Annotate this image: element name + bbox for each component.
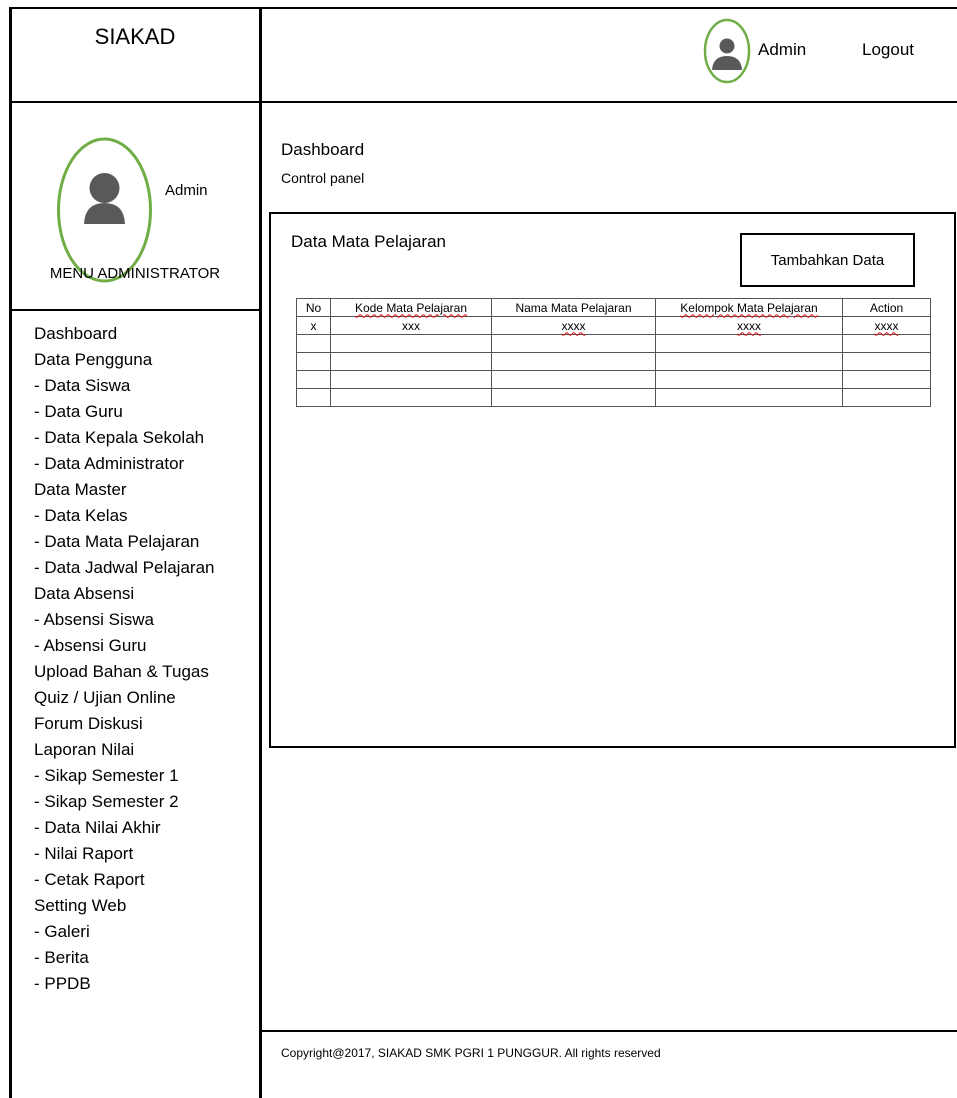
table-cell [330,388,492,407]
table-cell: xxx [330,316,492,335]
table-row [296,388,931,407]
table-cell [842,388,931,407]
table-row: x xxx xxxx xxxx xxxx [296,316,931,335]
sidebar-item-cetak-raport[interactable]: - Cetak Raport [34,867,256,893]
data-panel: Data Mata Pelajaran Tambahkan Data No Ko… [269,212,956,748]
sidebar-menu-title: MENU ADMINISTRATOR [49,265,221,282]
sidebar-item-data-pengguna[interactable]: Data Pengguna [34,347,256,373]
table-cell [842,370,931,389]
app-brand[interactable]: SIAKAD [10,24,260,50]
table-cell: xxxx [655,316,843,335]
sidebar-item-data-kelas[interactable]: - Data Kelas [34,503,256,529]
table-cell [842,352,931,371]
sidebar-item-galeri[interactable]: - Galeri [34,919,256,945]
sidebar-item-nilai-raport[interactable]: - Nilai Raport [34,841,256,867]
column-header-no: No [296,298,331,317]
column-header-action: Action [842,298,931,317]
table-cell: xxxx [491,316,656,335]
sidebar-item-upload-bahan-tugas[interactable]: Upload Bahan & Tugas [34,659,256,685]
logout-link[interactable]: Logout [862,40,914,60]
add-data-button[interactable]: Tambahkan Data [740,233,915,287]
table-cell [296,370,331,389]
page-title: Dashboard [281,140,365,159]
sidebar-right-border [259,7,262,1098]
cell-text: xxxx [737,318,761,333]
table-cell [655,388,843,407]
table-cell: x [296,316,331,335]
sidebar-item-laporan-nilai[interactable]: Laporan Nilai [34,737,256,763]
sidebar-profile-divider [9,309,261,311]
table-header-row: No Kode Mata Pelajaran Nama Mata Pelajar… [296,298,931,317]
table-cell [842,334,931,353]
sidebar-item-ppdb[interactable]: - PPDB [34,971,256,997]
table-row [296,352,931,371]
table-cell [330,334,492,353]
table-cell [491,334,656,353]
table-cell [655,370,843,389]
sidebar-item-data-kepala-sekolah[interactable]: - Data Kepala Sekolah [34,425,256,451]
table-cell [296,334,331,353]
sidebar-item-berita[interactable]: - Berita [34,945,256,971]
table-row [296,334,931,353]
sidebar-item-data-nilai-akhir[interactable]: - Data Nilai Akhir [34,815,256,841]
subject-table: No Kode Mata Pelajaran Nama Mata Pelajar… [296,298,931,407]
cell-text: xxxx [561,318,586,333]
sidebar-item-setting-web[interactable]: Setting Web [34,893,256,919]
kode-header-text: Kode Mata Pelajaran [354,300,468,315]
footer-top-border [259,1030,957,1032]
table-cell-action[interactable]: xxxx [842,316,931,335]
sidebar-item-quiz-ujian-online[interactable]: Quiz / Ujian Online [34,685,256,711]
table-cell [296,352,331,371]
sidebar-item-absensi-siswa[interactable]: - Absensi Siswa [34,607,256,633]
sidebar-item-sikap-semester-2[interactable]: - Sikap Semester 2 [34,789,256,815]
sidebar-item-dashboard[interactable]: Dashboard [34,321,256,347]
header-bottom-border [9,101,957,103]
sidebar-user-name: Admin [165,182,208,199]
sidebar-item-data-absensi[interactable]: Data Absensi [34,581,256,607]
header-user-name[interactable]: Admin [758,40,806,60]
sidebar-item-absensi-guru[interactable]: - Absensi Guru [34,633,256,659]
column-header-nama: Nama Mata Pelajaran [491,298,656,317]
top-border [9,7,957,9]
table-cell [491,370,656,389]
page-subtitle: Control panel [281,170,365,186]
table-cell [296,388,331,407]
header-user-avatar-icon[interactable] [703,18,751,84]
table-row [296,370,931,389]
column-header-kode: Kode Mata Pelajaran [330,298,492,317]
sidebar-item-data-jadwal-pelajaran[interactable]: - Data Jadwal Pelajaran [34,555,256,581]
footer-copyright: Copyright@2017, SIAKAD SMK PGRI 1 PUNGGU… [281,1046,661,1060]
table-cell [491,388,656,407]
panel-title: Data Mata Pelajaran [291,232,446,251]
sidebar-item-forum-diskusi[interactable]: Forum Diskusi [34,711,256,737]
sidebar-item-data-mata-pelajaran[interactable]: - Data Mata Pelajaran [34,529,256,555]
sidebar-item-data-guru[interactable]: - Data Guru [34,399,256,425]
table-cell [491,352,656,371]
action-text[interactable]: xxxx [875,319,899,333]
table-cell [655,352,843,371]
table-cell [330,352,492,371]
sidebar-item-data-administrator[interactable]: - Data Administrator [34,451,256,477]
sidebar-left-border [9,7,12,1098]
sidebar-item-data-master[interactable]: Data Master [34,477,256,503]
sidebar-menu: Dashboard Data Pengguna - Data Siswa - D… [34,321,256,997]
column-header-kelompok: Kelompok Mata Pelajaran [655,298,843,317]
kelompok-header-text: Kelompok Mata Pelajaran [680,300,818,315]
table-cell [330,370,492,389]
sidebar-item-sikap-semester-1[interactable]: - Sikap Semester 1 [34,763,256,789]
sidebar-item-data-siswa[interactable]: - Data Siswa [34,373,256,399]
sidebar-user-avatar-icon [56,136,153,284]
table-cell [655,334,843,353]
